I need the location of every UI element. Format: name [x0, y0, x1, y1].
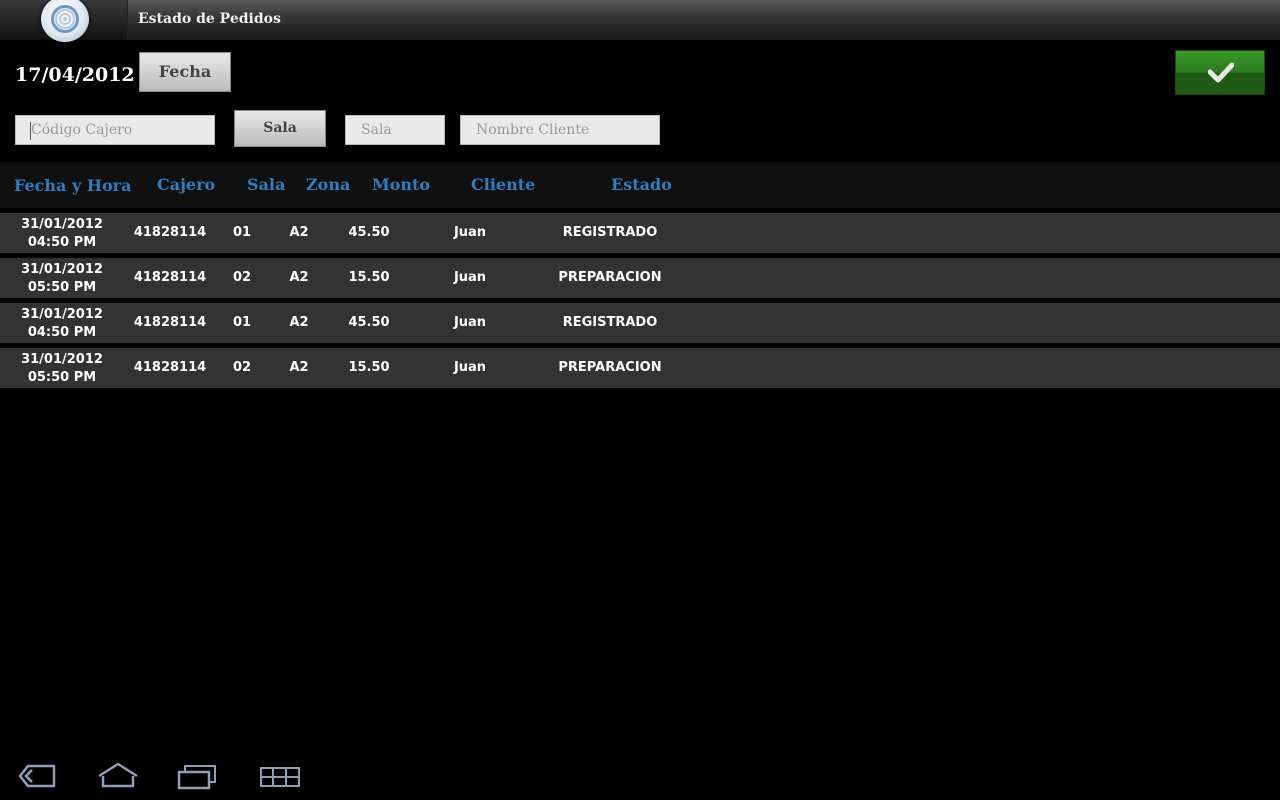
nombre-cliente-input[interactable]: Nombre Cliente: [460, 115, 660, 145]
cell-zona: A2: [289, 315, 309, 330]
cell-cajero: 41828114: [133, 315, 207, 330]
table-row[interactable]: 31/01/2012 04:50 PM 41828114 01 A2 45.50…: [0, 213, 1280, 253]
home-icon[interactable]: [97, 762, 139, 790]
header-zona[interactable]: Zona: [306, 175, 350, 194]
title-bar: Estado de Pedidos: [0, 0, 1280, 42]
cell-zona: A2: [289, 360, 309, 375]
checkmark-icon: [1208, 62, 1234, 83]
header-sala[interactable]: Sala: [247, 175, 285, 194]
cell-zona: A2: [289, 270, 309, 285]
cell-monto: 15.50: [348, 270, 390, 285]
system-navbar: [0, 752, 1280, 800]
recent-apps-icon[interactable]: [177, 762, 219, 790]
header-cliente[interactable]: Cliente: [471, 175, 535, 194]
cell-date: 31/01/2012: [21, 352, 103, 367]
cell-cliente: Juan: [453, 315, 487, 330]
header-cajero[interactable]: Cajero: [157, 175, 215, 194]
cell-date: 31/01/2012: [21, 262, 103, 277]
cell-estado: PREPARACION: [558, 360, 662, 375]
logo-tab[interactable]: [0, 0, 128, 42]
cell-time: 04:50 PM: [27, 325, 97, 340]
header-monto[interactable]: Monto: [372, 175, 430, 194]
fecha-button[interactable]: Fecha: [139, 52, 231, 92]
cell-fecha-hora: 31/01/2012 04:50 PM: [2, 306, 122, 342]
cell-sala: 01: [232, 225, 252, 240]
cell-fecha-hora: 31/01/2012 05:50 PM: [2, 261, 122, 297]
cell-sala: 02: [232, 270, 252, 285]
selected-date: 17/04/2012: [15, 64, 135, 86]
app-logo-inner: [51, 5, 79, 33]
cell-estado: PREPARACION: [558, 270, 662, 285]
text-cursor: [30, 122, 31, 140]
table-header: Fecha y Hora Cajero Sala Zona Monto Clie…: [0, 162, 1280, 208]
codigo-cajero-placeholder: Código Cajero: [31, 122, 133, 138]
cell-fecha-hora: 31/01/2012 05:50 PM: [2, 351, 122, 387]
cell-cliente: Juan: [453, 270, 487, 285]
cell-monto: 45.50: [348, 225, 390, 240]
cell-time: 05:50 PM: [27, 370, 97, 385]
cell-cajero: 41828114: [133, 225, 207, 240]
table-row[interactable]: 31/01/2012 05:50 PM 41828114 02 A2 15.50…: [0, 348, 1280, 388]
cell-cajero: 41828114: [133, 360, 207, 375]
confirm-button[interactable]: [1175, 50, 1265, 95]
cell-monto: 15.50: [348, 360, 390, 375]
sala-input[interactable]: Sala: [345, 115, 445, 145]
codigo-cajero-input[interactable]: Código Cajero: [15, 115, 215, 145]
app-logo-icon[interactable]: [41, 0, 89, 42]
table-row[interactable]: 31/01/2012 04:50 PM 41828114 01 A2 45.50…: [0, 303, 1280, 343]
nombre-cliente-placeholder: Nombre Cliente: [476, 122, 590, 138]
header-estado[interactable]: Estado: [611, 175, 672, 194]
menu-grid-icon[interactable]: [259, 762, 301, 790]
sala-placeholder: Sala: [361, 122, 392, 138]
back-icon[interactable]: [18, 762, 58, 790]
cell-time: 04:50 PM: [27, 235, 97, 250]
cell-date: 31/01/2012: [21, 307, 103, 322]
cell-time: 05:50 PM: [27, 280, 97, 295]
cell-monto: 45.50: [348, 315, 390, 330]
cell-estado: REGISTRADO: [562, 315, 658, 330]
cell-sala: 02: [232, 360, 252, 375]
cell-sala: 01: [232, 315, 252, 330]
cell-estado: REGISTRADO: [562, 225, 658, 240]
cell-cajero: 41828114: [133, 270, 207, 285]
cell-zona: A2: [289, 225, 309, 240]
cell-cliente: Juan: [453, 360, 487, 375]
cell-cliente: Juan: [453, 225, 487, 240]
page-title: Estado de Pedidos: [138, 11, 281, 27]
header-fecha-hora[interactable]: Fecha y Hora: [14, 176, 131, 195]
cell-date: 31/01/2012: [21, 217, 103, 232]
cell-fecha-hora: 31/01/2012 04:50 PM: [2, 216, 122, 252]
table-row[interactable]: 31/01/2012 05:50 PM 41828114 02 A2 15.50…: [0, 258, 1280, 298]
sala-button[interactable]: Sala: [234, 110, 326, 147]
